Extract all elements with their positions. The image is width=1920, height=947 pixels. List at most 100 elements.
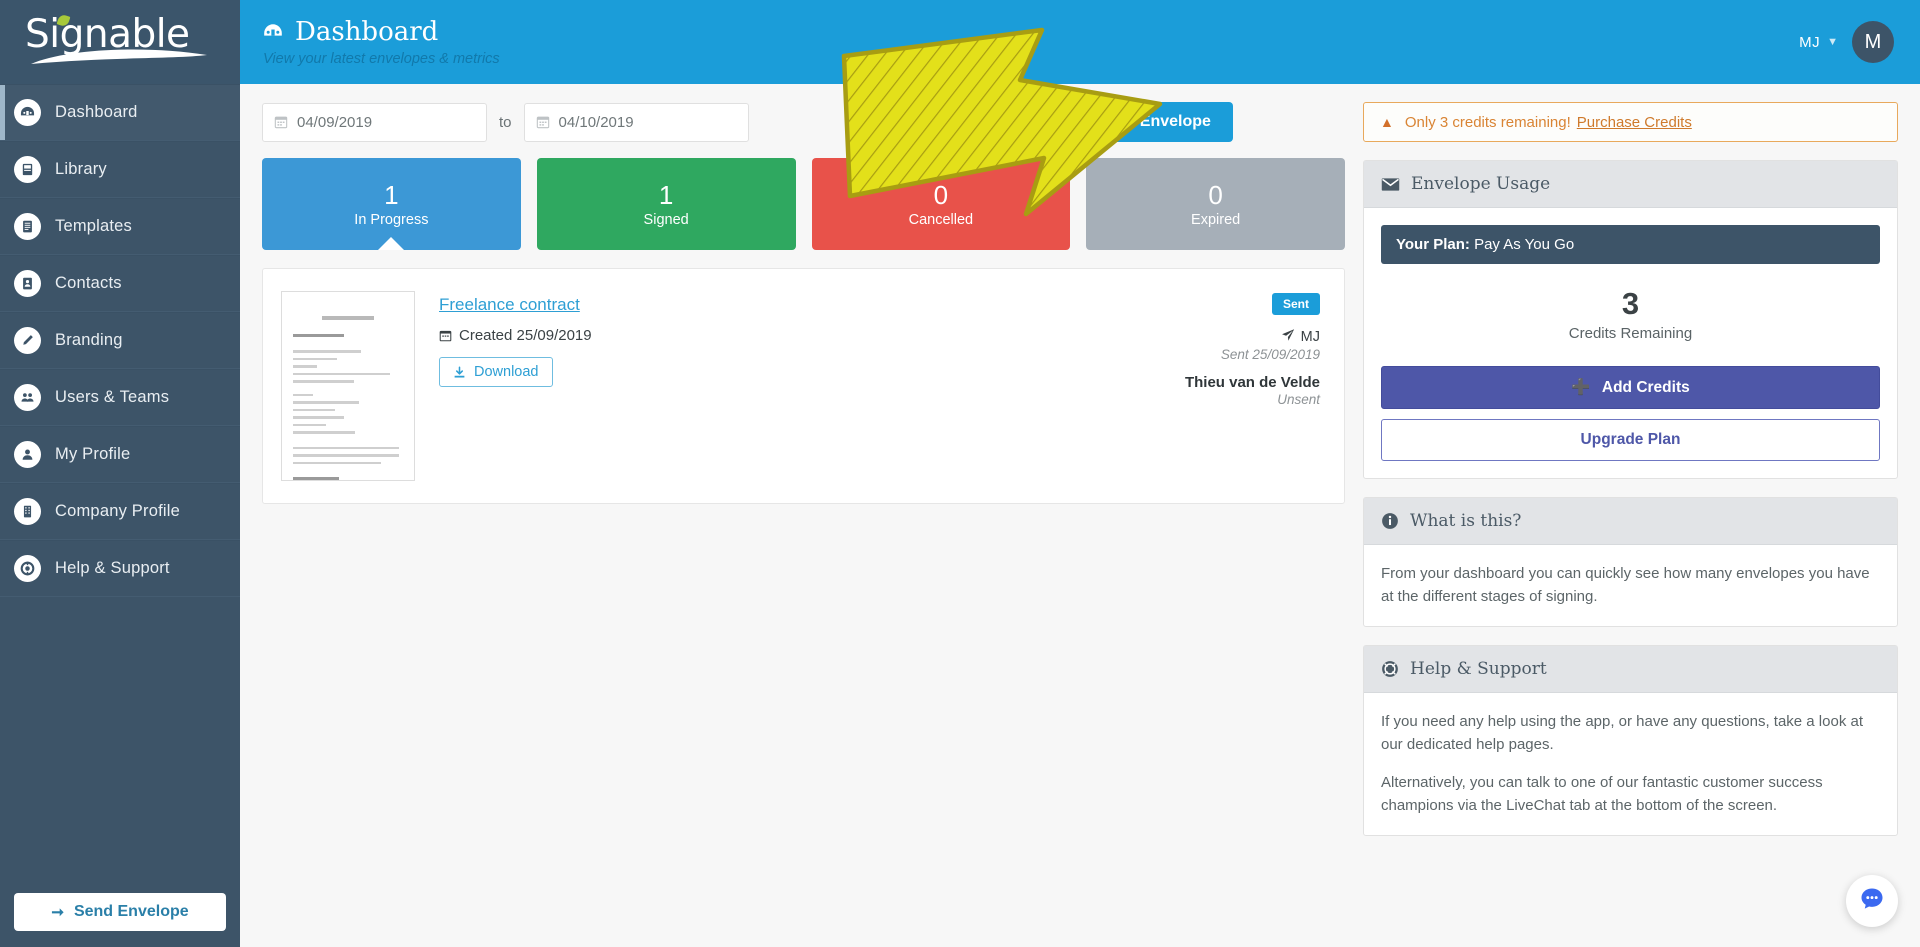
date-from-input[interactable]: 04/09/2019 (262, 103, 487, 142)
upgrade-plan-button[interactable]: Upgrade Plan (1381, 419, 1880, 461)
app-root: Signable Dashboard Library (0, 0, 1920, 947)
sidebar-item-my-profile[interactable]: My Profile (0, 426, 240, 483)
date-to-input[interactable]: 04/10/2019 (524, 103, 749, 142)
templates-icon (14, 213, 41, 240)
thumb-line (293, 409, 335, 412)
new-envelope-label: New Envelope (1102, 113, 1210, 131)
stat-label: In Progress (354, 212, 428, 228)
stat-card-cancelled[interactable]: 0 Cancelled (812, 158, 1071, 250)
left-column: 04/09/2019 to 04/10/2019 + New Envelope (262, 102, 1345, 947)
thumb-line (293, 431, 355, 434)
help-paragraph-2: Alternatively, you can talk to one of ou… (1381, 771, 1880, 818)
panel-header: What is this? (1364, 498, 1897, 545)
users-icon (14, 384, 41, 411)
new-envelope-button[interactable]: + New Envelope (1062, 102, 1233, 142)
credits-remaining-number: 3 (1381, 286, 1880, 322)
sidebar-item-help-support[interactable]: Help & Support (0, 540, 240, 597)
page-subtitle: View your latest envelopes & metrics (262, 51, 1799, 67)
sidebar-item-dashboard[interactable]: Dashboard (0, 84, 240, 141)
calendar-icon (536, 115, 550, 129)
sidebar-item-company-profile[interactable]: Company Profile (0, 483, 240, 540)
sidebar-item-label: Branding (55, 331, 123, 350)
thumb-line (293, 477, 339, 480)
thumb-line (293, 454, 399, 457)
envelope-sent-date: Sent 25/09/2019 (1185, 347, 1320, 362)
arrow-right-icon: ➞ (51, 903, 64, 921)
stat-card-in-progress[interactable]: 1 In Progress (262, 158, 521, 250)
send-envelope-button[interactable]: ➞ Send Envelope (14, 893, 226, 931)
sidebar-nav: Dashboard Library Templates Contacts (0, 84, 240, 881)
envelope-created-text: Created 25/09/2019 (459, 327, 592, 344)
envelope-sender-name: MJ (1301, 329, 1320, 345)
stat-card-expired[interactable]: 0 Expired (1086, 158, 1345, 250)
main-column: Dashboard View your latest envelopes & m… (240, 0, 1920, 947)
thumb-line (293, 424, 326, 427)
purchase-credits-link[interactable]: Purchase Credits (1577, 114, 1692, 131)
chevron-down-icon[interactable]: ▼ (1827, 36, 1838, 48)
page-title-text: Dashboard (295, 17, 438, 47)
dashboard-icon (14, 99, 41, 126)
plan-banner: Your Plan: Pay As You Go (1381, 225, 1880, 264)
panel-body: If you need any help using the app, or h… (1364, 693, 1897, 835)
sidebar-item-branding[interactable]: Branding (0, 312, 240, 369)
dashboard-icon (262, 21, 284, 43)
date-from-value: 04/09/2019 (297, 114, 372, 131)
plus-icon: + (1084, 112, 1094, 132)
person-icon (14, 441, 41, 468)
stat-label: Cancelled (909, 212, 974, 228)
sidebar-item-label: Dashboard (55, 103, 138, 122)
sidebar-item-label: Contacts (55, 274, 122, 293)
brand-logo[interactable]: Signable (0, 0, 240, 84)
download-button[interactable]: Download (439, 357, 553, 387)
status-badge: Sent (1272, 293, 1320, 315)
thumb-line (293, 373, 390, 376)
thumb-line (293, 380, 354, 383)
help-support-panel: Help & Support If you need any help usin… (1363, 645, 1898, 836)
thumb-line (293, 350, 361, 353)
sidebar-item-templates[interactable]: Templates (0, 198, 240, 255)
envelope-status-meta: Sent MJ Sent 25/09/2019 Thieu van de Vel… (1185, 291, 1320, 481)
envelope-usage-panel: Envelope Usage Your Plan: Pay As You Go … (1363, 160, 1898, 479)
credits-alert-message: Only 3 credits remaining! (1405, 114, 1571, 131)
contacts-icon (14, 270, 41, 297)
upgrade-plan-label: Upgrade Plan (1581, 431, 1681, 448)
warning-icon: ▲ (1380, 114, 1394, 130)
content-area: 04/09/2019 to 04/10/2019 + New Envelope (240, 84, 1920, 947)
livechat-bubble-button[interactable] (1846, 875, 1898, 927)
stat-card-signed[interactable]: 1 Signed (537, 158, 796, 250)
document-thumbnail[interactable] (281, 291, 415, 481)
envelope-list-panel: Freelance contract Created 25/09/2019 (262, 268, 1345, 504)
thumb-line (293, 358, 337, 361)
envelope-details: Freelance contract Created 25/09/2019 (415, 291, 1185, 481)
what-is-this-body: From your dashboard you can quickly see … (1381, 562, 1880, 609)
panel-header: Help & Support (1364, 646, 1897, 693)
pencil-icon (14, 327, 41, 354)
credits-alert: ▲ Only 3 credits remaining! Purchase Cre… (1363, 102, 1898, 142)
calendar-icon (274, 115, 288, 129)
sidebar-item-contacts[interactable]: Contacts (0, 255, 240, 312)
envelope-list-item[interactable]: Freelance contract Created 25/09/2019 (263, 269, 1344, 503)
send-plane-icon (1281, 328, 1295, 346)
sidebar-item-label: Library (55, 160, 107, 179)
library-icon (14, 156, 41, 183)
avatar[interactable]: M (1852, 21, 1894, 63)
top-header-bar: Dashboard View your latest envelopes & m… (240, 0, 1920, 84)
stats-row: 1 In Progress 1 Signed 0 Cancelled 0 Exp… (262, 158, 1345, 250)
stat-count: 1 (659, 180, 673, 210)
sidebar-item-users-teams[interactable]: Users & Teams (0, 369, 240, 426)
download-icon (453, 366, 466, 379)
plan-label: Your Plan: (1396, 236, 1470, 253)
panel-header: Envelope Usage (1364, 161, 1897, 208)
chat-bubble-icon (1858, 885, 1886, 918)
stat-count: 1 (384, 180, 398, 210)
envelope-title-link[interactable]: Freelance contract (439, 295, 580, 315)
thumb-line (293, 401, 359, 404)
add-credits-button[interactable]: ➕ Add Credits (1381, 366, 1880, 409)
header-user-menu[interactable]: MJ ▼ M (1799, 21, 1894, 63)
sidebar-item-label: My Profile (55, 445, 130, 464)
stat-count: 0 (934, 180, 948, 210)
page-title: Dashboard (262, 17, 1799, 47)
download-label: Download (474, 364, 539, 380)
sidebar-item-library[interactable]: Library (0, 141, 240, 198)
logo-swoosh-icon (25, 43, 215, 69)
